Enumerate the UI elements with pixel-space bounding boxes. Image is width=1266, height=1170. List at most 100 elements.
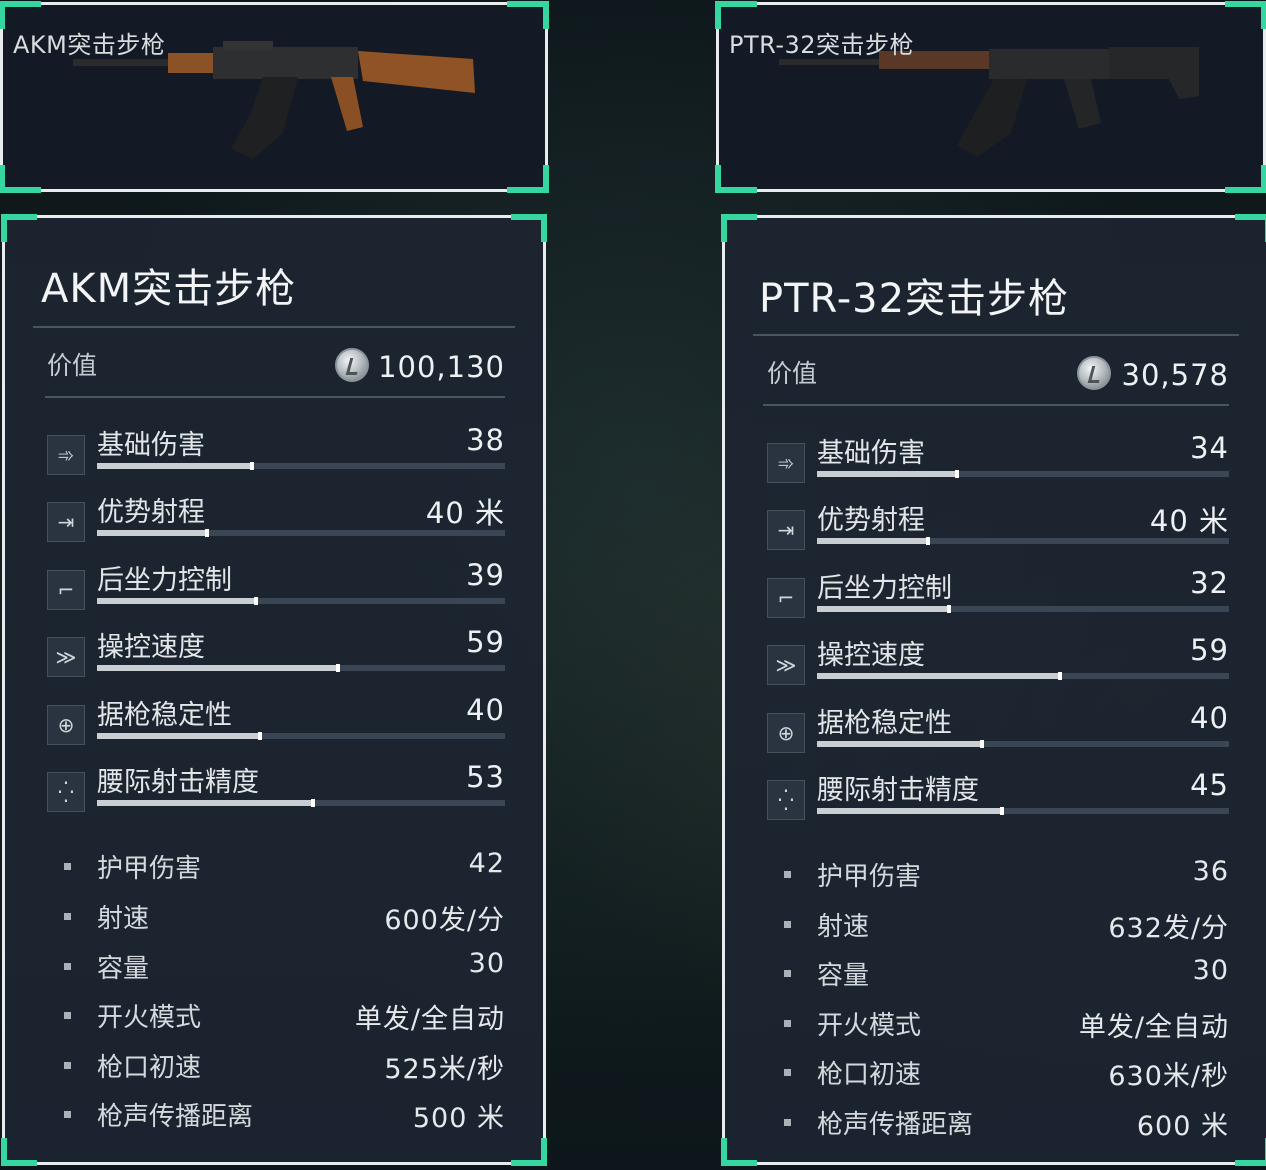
attribute-bar — [817, 605, 1229, 613]
attribute-row[interactable]: ⌐ 后坐力控制 32 — [767, 566, 1229, 626]
spec-value: 30 — [468, 948, 505, 979]
attribute-bar — [97, 799, 505, 807]
divider — [753, 334, 1239, 336]
attribute-bar-fill — [97, 597, 259, 605]
attribute-label: 据枪稳定性 — [817, 708, 952, 739]
bullet-icon — [64, 863, 71, 870]
attribute-bar-fill — [817, 605, 951, 613]
range-icon: ⇥ — [767, 510, 805, 550]
attribute-label: 后坐力控制 — [97, 565, 232, 596]
attribute-value: 45 — [1190, 768, 1229, 802]
weapon-image-card[interactable]: AKM突击步枪 — [0, 1, 549, 193]
divider — [45, 396, 505, 398]
hipfire-icon: ⁛ — [767, 780, 805, 820]
corner-accent — [511, 214, 547, 242]
weapon-column-akm: AKM突击步枪 AKM突击步枪 价值 100,130 ➾ 基础伤害 38 ⇥ 优… — [0, 0, 550, 1170]
attribute-label: 操控速度 — [817, 640, 925, 671]
attribute-row[interactable]: ≫ 操控速度 59 — [767, 633, 1229, 693]
damage-icon: ➾ — [767, 443, 805, 483]
attribute-bar-fill — [817, 672, 1063, 680]
value-row: 价值 30,578 — [767, 354, 1229, 394]
weapon-title: PTR-32突击步枪 — [759, 276, 1070, 322]
attribute-row[interactable]: ≫ 操控速度 59 — [47, 625, 505, 685]
corner-accent — [1, 214, 37, 242]
spec-label: 枪口初速 — [817, 1060, 922, 1090]
attribute-bar — [97, 529, 505, 537]
spec-row: 容量 30 — [47, 948, 505, 988]
attribute-label: 基础伤害 — [97, 430, 205, 461]
spec-row: 护甲伤害 42 — [47, 848, 505, 888]
attribute-row[interactable]: ⇥ 优势射程 40 米 — [47, 490, 505, 550]
attribute-label: 据枪稳定性 — [97, 700, 232, 731]
weapon-column-ptr32: PTR-32突击步枪 PTR-32突击步枪 价值 30,578 ➾ 基础伤害 3… — [715, 0, 1266, 1170]
corner-accent — [0, 165, 41, 193]
attribute-bar-fill — [97, 462, 255, 470]
weapon-title: AKM突击步枪 — [41, 266, 297, 312]
spec-row: 护甲伤害 36 — [767, 856, 1229, 896]
attribute-bar — [97, 597, 505, 605]
divider — [33, 326, 515, 328]
spec-label: 护甲伤害 — [97, 854, 202, 884]
corner-accent — [1225, 1, 1266, 29]
weapon-image-label: PTR-32突击步枪 — [729, 31, 915, 59]
corner-accent — [715, 165, 757, 193]
attribute-value: 59 — [466, 625, 505, 659]
attribute-bar-fill — [817, 537, 931, 545]
attribute-bar — [817, 470, 1229, 478]
spec-label: 开火模式 — [817, 1011, 922, 1041]
hipfire-icon: ⁛ — [47, 772, 85, 812]
attribute-bar-fill — [817, 807, 1005, 815]
attribute-bar-fill — [817, 740, 984, 748]
attribute-row[interactable]: ➾ 基础伤害 34 — [767, 431, 1229, 491]
attribute-label: 操控速度 — [97, 632, 205, 663]
attribute-row[interactable]: ⊕ 据枪稳定性 40 — [47, 693, 505, 753]
attribute-value: 53 — [466, 760, 505, 794]
attribute-value: 34 — [1190, 431, 1229, 465]
spec-value: 单发/全自动 — [354, 1004, 505, 1035]
spec-row: 开火模式 单发/全自动 — [47, 997, 505, 1037]
spec-label: 枪声传播距离 — [97, 1102, 254, 1132]
spec-row: 枪声传播距离 500 米 — [47, 1096, 505, 1136]
bullet-icon — [64, 913, 71, 920]
recoil-icon: ⌐ — [767, 578, 805, 618]
bullet-icon — [784, 970, 791, 977]
spec-row: 开火模式 单发/全自动 — [767, 1005, 1229, 1045]
weapon-image-label: AKM突击步枪 — [13, 31, 166, 59]
attribute-label: 优势射程 — [817, 505, 925, 536]
attribute-bar — [817, 537, 1229, 545]
bullet-icon — [784, 1020, 791, 1027]
weapon-image-card[interactable]: PTR-32突击步枪 — [715, 1, 1266, 193]
attribute-row[interactable]: ⇥ 优势射程 40 米 — [767, 498, 1229, 558]
attribute-row[interactable]: ➾ 基础伤害 38 — [47, 423, 505, 483]
attribute-row[interactable]: ⌐ 后坐力控制 39 — [47, 558, 505, 618]
attribute-value: 40 米 — [1149, 504, 1229, 538]
bullet-icon — [64, 1062, 71, 1069]
spec-value: 525米/秒 — [384, 1054, 505, 1085]
attribute-row[interactable]: ⁛ 腰际射击精度 53 — [47, 760, 505, 820]
corner-accent — [1235, 214, 1266, 242]
attribute-bar — [97, 664, 505, 672]
attribute-value: 39 — [466, 558, 505, 592]
spec-value: 600 米 — [1136, 1111, 1229, 1142]
attribute-row[interactable]: ⁛ 腰际射击精度 45 — [767, 768, 1229, 828]
attribute-bar-fill — [97, 529, 210, 537]
bullet-icon — [784, 871, 791, 878]
spec-value: 632发/分 — [1108, 913, 1229, 944]
stability-icon: ⊕ — [47, 705, 85, 745]
spec-label: 枪口初速 — [97, 1053, 202, 1083]
bullet-icon — [64, 963, 71, 970]
attribute-bar — [97, 732, 505, 740]
recoil-icon: ⌐ — [47, 570, 85, 610]
spec-value: 30 — [1192, 955, 1229, 986]
handling-icon: ≫ — [47, 637, 85, 677]
weapon-stats-card: PTR-32突击步枪 价值 30,578 ➾ 基础伤害 34 ⇥ 优势射程 40… — [721, 214, 1266, 1166]
attribute-bar — [817, 672, 1229, 680]
attribute-row[interactable]: ⊕ 据枪稳定性 40 — [767, 701, 1229, 761]
corner-accent — [1225, 165, 1266, 193]
spec-value: 36 — [1192, 856, 1229, 887]
coin-icon — [335, 348, 369, 382]
attribute-label: 腰际射击精度 — [817, 775, 979, 806]
value-row: 价值 100,130 — [47, 346, 505, 386]
attribute-label: 优势射程 — [97, 497, 205, 528]
spec-label: 容量 — [817, 961, 870, 991]
